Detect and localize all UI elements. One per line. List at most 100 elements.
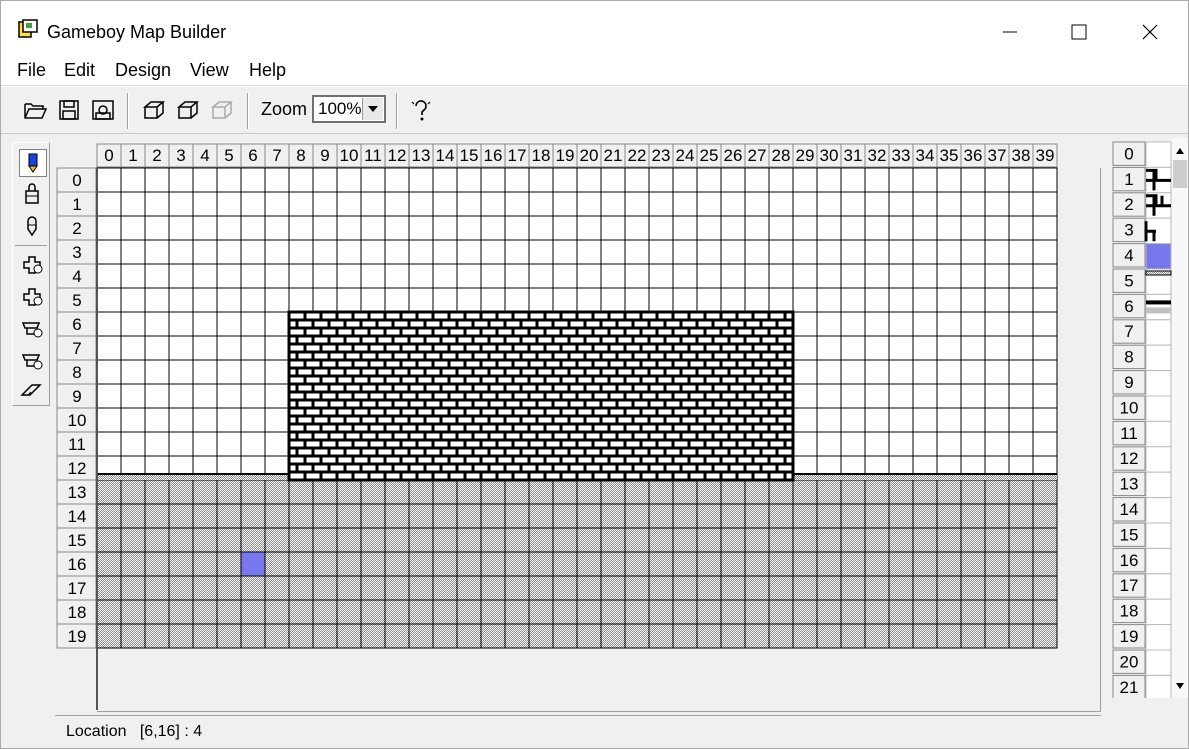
map-cell[interactable] bbox=[144, 335, 170, 361]
map-cell[interactable] bbox=[696, 527, 722, 553]
map-cell[interactable] bbox=[312, 599, 338, 625]
map-cell[interactable] bbox=[120, 239, 146, 265]
map-cell[interactable] bbox=[984, 599, 1010, 625]
map-cell[interactable] bbox=[1032, 167, 1058, 193]
map-cell[interactable] bbox=[384, 263, 410, 289]
map-cell[interactable] bbox=[336, 167, 362, 193]
map-cell[interactable] bbox=[792, 167, 818, 193]
map-cell[interactable] bbox=[768, 191, 794, 217]
map-cell[interactable] bbox=[936, 239, 962, 265]
map-cell[interactable] bbox=[984, 623, 1010, 649]
map-cell[interactable] bbox=[360, 527, 386, 553]
column-header[interactable]: 11 bbox=[364, 146, 382, 165]
map-cell[interactable] bbox=[840, 575, 866, 601]
map-cell[interactable] bbox=[624, 215, 650, 241]
map-cell[interactable] bbox=[960, 311, 986, 337]
column-header[interactable]: 37 bbox=[988, 146, 1007, 165]
column-header[interactable]: 16 bbox=[484, 146, 503, 165]
map-cell[interactable] bbox=[336, 215, 362, 241]
map-cell[interactable] bbox=[96, 167, 122, 193]
map-cell[interactable] bbox=[120, 599, 146, 625]
map-cell[interactable] bbox=[1008, 503, 1034, 529]
menu-help[interactable]: Help bbox=[249, 60, 286, 81]
map-cell[interactable] bbox=[240, 287, 266, 313]
tile-swatch[interactable] bbox=[1145, 674, 1172, 698]
map-cell[interactable] bbox=[144, 191, 170, 217]
tile-swatch[interactable] bbox=[1145, 573, 1172, 600]
map-cell[interactable] bbox=[144, 527, 170, 553]
map-cell[interactable] bbox=[792, 287, 818, 313]
map-cell[interactable] bbox=[144, 503, 170, 529]
map-cell[interactable] bbox=[384, 167, 410, 193]
map-cell[interactable] bbox=[480, 575, 506, 601]
map-cell[interactable] bbox=[1008, 167, 1034, 193]
map-cell[interactable] bbox=[192, 311, 218, 337]
map-cell[interactable] bbox=[168, 575, 194, 601]
map-cell[interactable] bbox=[240, 407, 266, 433]
tile-swatch[interactable] bbox=[1145, 522, 1172, 549]
map-cell[interactable] bbox=[1032, 623, 1058, 649]
map-cell[interactable] bbox=[192, 575, 218, 601]
tile-index[interactable]: 11 bbox=[1120, 424, 1138, 443]
map-cell[interactable] bbox=[168, 167, 194, 193]
map-cell[interactable] bbox=[192, 479, 218, 505]
map-cell[interactable] bbox=[480, 551, 506, 577]
map-cell[interactable] bbox=[672, 287, 698, 313]
map-cell[interactable] bbox=[720, 167, 746, 193]
tile-index[interactable]: 5 bbox=[1124, 271, 1133, 290]
map-cell[interactable] bbox=[912, 599, 938, 625]
map-cell[interactable] bbox=[672, 263, 698, 289]
map-cell[interactable] bbox=[1008, 191, 1034, 217]
map-cell[interactable] bbox=[912, 215, 938, 241]
map-cell[interactable] bbox=[264, 311, 290, 337]
map-cell[interactable] bbox=[624, 287, 650, 313]
map-cell[interactable] bbox=[384, 215, 410, 241]
pencil-tool[interactable] bbox=[19, 149, 47, 177]
tile-swatch[interactable] bbox=[1145, 370, 1172, 397]
map-cell[interactable] bbox=[456, 191, 482, 217]
map-cell[interactable] bbox=[96, 335, 122, 361]
menu-view[interactable]: View bbox=[190, 60, 229, 81]
map-cell[interactable] bbox=[936, 215, 962, 241]
map-cell[interactable] bbox=[456, 215, 482, 241]
map-cell[interactable] bbox=[336, 263, 362, 289]
map-cell[interactable] bbox=[816, 311, 842, 337]
column-header[interactable]: 3 bbox=[176, 146, 185, 165]
map-cell[interactable] bbox=[600, 191, 626, 217]
map-cell[interactable] bbox=[816, 287, 842, 313]
map-cell[interactable] bbox=[816, 215, 842, 241]
map-cell[interactable] bbox=[1008, 239, 1034, 265]
map-cell[interactable] bbox=[360, 287, 386, 313]
map-cell[interactable] bbox=[504, 623, 530, 649]
map-cell[interactable] bbox=[192, 431, 218, 457]
map-cell[interactable] bbox=[216, 215, 242, 241]
map-cell[interactable] bbox=[672, 503, 698, 529]
map-cell[interactable] bbox=[408, 551, 434, 577]
map-cell[interactable] bbox=[120, 191, 146, 217]
column-header[interactable]: 30 bbox=[820, 146, 839, 165]
map-cell[interactable] bbox=[960, 479, 986, 505]
map-cell[interactable] bbox=[864, 167, 890, 193]
tile-swatch[interactable] bbox=[1145, 471, 1172, 499]
tile-swatch[interactable] bbox=[1145, 420, 1172, 448]
map-cell[interactable] bbox=[912, 263, 938, 289]
map-cell[interactable] bbox=[1008, 527, 1034, 553]
map-cell[interactable] bbox=[240, 623, 266, 649]
map-cell[interactable] bbox=[192, 407, 218, 433]
map-cell[interactable] bbox=[840, 335, 866, 361]
map-cell[interactable] bbox=[816, 263, 842, 289]
map-cell[interactable] bbox=[168, 239, 194, 265]
tile-index[interactable]: 2 bbox=[1124, 195, 1133, 214]
map-cell[interactable] bbox=[192, 335, 218, 361]
delete-row-tool[interactable] bbox=[19, 315, 45, 341]
map-cell[interactable] bbox=[696, 551, 722, 577]
map-cell[interactable] bbox=[864, 623, 890, 649]
map-cell[interactable] bbox=[720, 287, 746, 313]
map-cell[interactable] bbox=[864, 383, 890, 409]
map-cell[interactable] bbox=[168, 431, 194, 457]
map-cell[interactable] bbox=[792, 239, 818, 265]
map-cell[interactable] bbox=[840, 311, 866, 337]
map-cell[interactable] bbox=[864, 263, 890, 289]
map-cell[interactable] bbox=[456, 623, 482, 649]
row-header[interactable]: 2 bbox=[72, 219, 81, 238]
